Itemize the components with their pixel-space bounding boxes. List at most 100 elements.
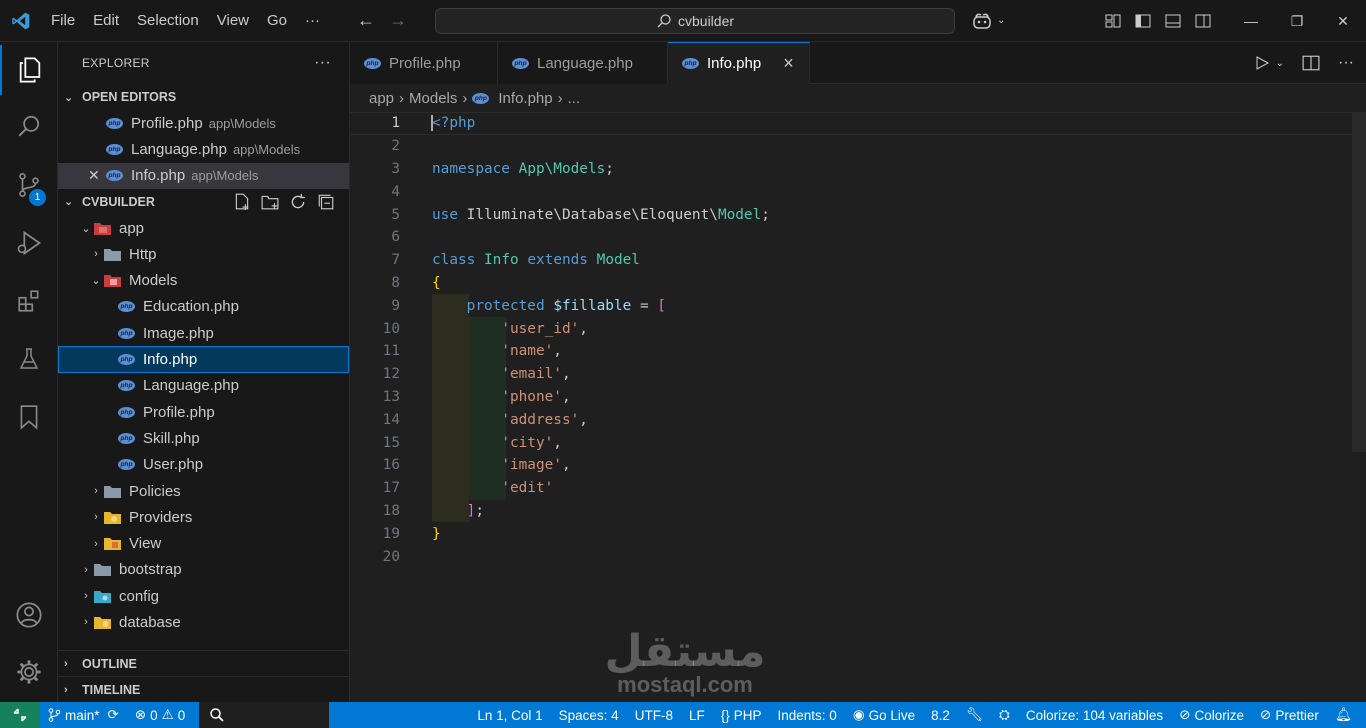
tab-close-button[interactable]: ×: [783, 53, 794, 74]
project-header[interactable]: ⌄ CVBUILDER: [58, 189, 349, 215]
copilot-status-icon[interactable]: ⛭: [991, 707, 1018, 723]
menu-selection[interactable]: Selection: [128, 0, 208, 42]
tree-file[interactable]: php Language.php: [58, 373, 349, 399]
run-debug-icon[interactable]: [0, 218, 58, 268]
tab-info-active[interactable]: php Info.php ×: [668, 42, 810, 84]
tree-folder-models[interactable]: ⌄ Models: [58, 267, 349, 293]
menu-more[interactable]: ···: [296, 0, 329, 42]
toggle-panel-icon[interactable]: [1158, 13, 1188, 29]
new-folder-icon[interactable]: [261, 193, 279, 211]
code-text: }: [432, 526, 441, 542]
code-text: ];: [432, 503, 484, 519]
customize-layout-icon[interactable]: [1098, 13, 1128, 29]
code-editor[interactable]: 1 <?php 2 3 namespace App\Models; 4 5 use I…: [350, 112, 1366, 568]
tree-file[interactable]: php Profile.php: [58, 399, 349, 425]
explorer-more-button[interactable]: ···: [314, 54, 331, 72]
menu-view[interactable]: View: [208, 0, 258, 42]
tree-file[interactable]: php Skill.php: [58, 425, 349, 451]
breadcrumb-symbol[interactable]: ...: [568, 90, 581, 107]
zoom-icon[interactable]: [209, 707, 225, 723]
tree-folder-app[interactable]: ⌄ app: [58, 215, 349, 241]
branch-indicator[interactable]: main* ⟳: [40, 707, 127, 723]
indents-info[interactable]: Indents: 0: [770, 708, 845, 723]
cursor-position[interactable]: Ln 1, Col 1: [469, 708, 550, 723]
tree-folder-config[interactable]: › config: [58, 583, 349, 609]
tab-profile[interactable]: php Profile.php: [350, 42, 498, 84]
php-version[interactable]: 8.2: [923, 708, 958, 723]
collapse-all-icon[interactable]: [317, 193, 335, 211]
search-icon[interactable]: [0, 101, 58, 151]
line-ending[interactable]: LF: [681, 708, 713, 723]
remote-indicator[interactable]: [0, 702, 40, 728]
notifications-bell-icon[interactable]: 🔔︎: [1327, 707, 1366, 723]
php-file-icon: php: [118, 406, 135, 418]
toggle-primary-sidebar-icon[interactable]: [1128, 13, 1158, 29]
language-mode[interactable]: {} PHP: [713, 708, 770, 723]
colorize-variables[interactable]: Colorize: 104 variables: [1018, 708, 1171, 723]
outline-title: OUTLINE: [82, 656, 137, 671]
tree-folder-bootstrap[interactable]: › bootstrap: [58, 557, 349, 583]
outline-section-header[interactable]: › OUTLINE: [58, 650, 349, 676]
go-live-button[interactable]: ◉ Go Live: [845, 707, 923, 723]
forward-arrow-icon[interactable]: →: [389, 10, 407, 31]
menu-file[interactable]: File: [42, 0, 84, 42]
menu-go[interactable]: Go: [258, 0, 296, 42]
code-token: Model: [596, 252, 640, 269]
close-editor-icon[interactable]: ✕: [88, 167, 106, 184]
tree-folder-database[interactable]: › database: [58, 609, 349, 635]
more-actions-icon[interactable]: ···: [1338, 54, 1354, 72]
open-editors-header[interactable]: ⌄ OPEN EDITORS: [58, 84, 349, 110]
breadcrumb-app[interactable]: app: [369, 90, 394, 107]
toggle-secondary-sidebar-icon[interactable]: [1188, 13, 1218, 29]
tree-folder-policies[interactable]: › Policies: [58, 478, 349, 504]
tree-file-selected[interactable]: php Info.php: [58, 346, 349, 373]
encoding[interactable]: UTF-8: [627, 708, 681, 723]
extensions-icon[interactable]: [0, 276, 58, 326]
back-arrow-icon[interactable]: ←: [357, 10, 375, 31]
breadcrumb-file[interactable]: Info.php: [498, 90, 552, 107]
split-editor-icon[interactable]: [1302, 54, 1320, 72]
copilot-button[interactable]: ⌄: [971, 12, 1005, 30]
tree-folder-view[interactable]: › View: [58, 530, 349, 556]
open-editor-item[interactable]: php Language.php app\Models: [58, 136, 349, 162]
testing-icon[interactable]: [0, 334, 58, 384]
wrench-icon[interactable]: 🔧︎: [958, 707, 991, 723]
tab-language[interactable]: php Language.php: [498, 42, 668, 84]
tree-file[interactable]: php User.php: [58, 452, 349, 478]
chevron-right-icon: ›: [462, 89, 468, 107]
command-center-search[interactable]: cvbuilder: [435, 7, 956, 34]
refresh-icon[interactable]: [289, 193, 307, 211]
sync-icon[interactable]: ⟳: [108, 707, 119, 723]
code-token: ,: [561, 457, 571, 474]
prettier-toggle[interactable]: ⊘ Prettier: [1252, 707, 1327, 723]
minimize-button[interactable]: —: [1228, 0, 1274, 42]
line-number: 4: [391, 183, 400, 200]
menu-edit[interactable]: Edit: [84, 0, 128, 42]
open-editor-item[interactable]: php Profile.php app\Models: [58, 110, 349, 136]
problems-indicator[interactable]: ⊗ 0 ⚠ 0: [127, 707, 193, 723]
tree-label: Image.php: [143, 324, 214, 342]
new-file-icon[interactable]: [233, 193, 251, 211]
line-number: 18: [382, 502, 400, 519]
close-window-button[interactable]: ✕: [1320, 0, 1366, 42]
timeline-section-header[interactable]: › TIMELINE: [58, 676, 349, 702]
tree-file[interactable]: php Image.php: [58, 320, 349, 346]
accounts-icon[interactable]: [0, 590, 58, 640]
run-icon[interactable]: ⌄: [1254, 55, 1284, 71]
manage-gear-icon[interactable]: [0, 647, 58, 697]
bookmarks-icon[interactable]: [0, 392, 58, 442]
code-token: protected: [466, 297, 545, 314]
breadcrumb-models[interactable]: Models: [409, 90, 457, 107]
editor-scrollbar[interactable]: [1352, 112, 1366, 452]
tree-file[interactable]: php Education.php: [58, 294, 349, 320]
open-editor-item-active[interactable]: ✕ php Info.php app\Models: [58, 162, 349, 189]
source-control-icon[interactable]: 1: [0, 160, 58, 210]
title-bar-right: — ❐ ✕: [1098, 0, 1366, 42]
restore-button[interactable]: ❐: [1274, 0, 1320, 42]
tree-folder-providers[interactable]: › Providers: [58, 504, 349, 530]
search-icon: [657, 13, 671, 27]
tree-folder-http[interactable]: › Http: [58, 241, 349, 267]
explorer-icon[interactable]: [0, 45, 58, 95]
indentation[interactable]: Spaces: 4: [551, 708, 627, 723]
colorize-toggle[interactable]: ⊘ Colorize: [1171, 707, 1252, 723]
